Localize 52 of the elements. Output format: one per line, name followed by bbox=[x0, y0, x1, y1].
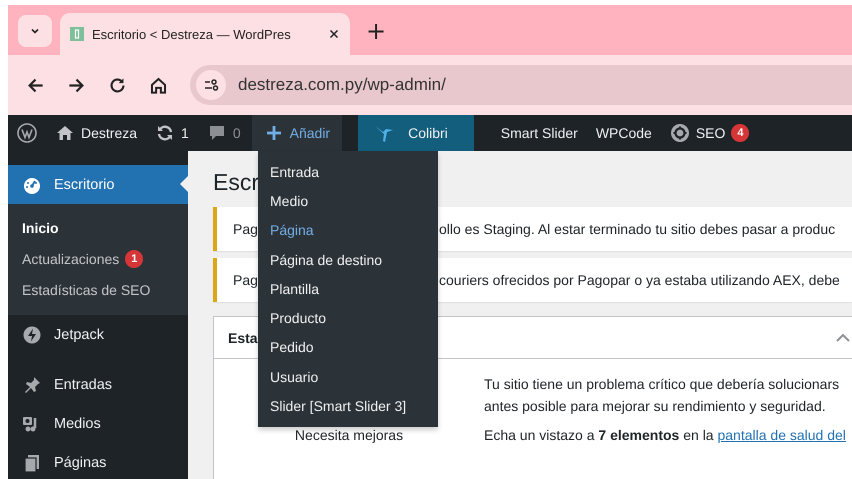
notice-text: couriers ofrecidos por Pagopar o ya estaba utilizando AEX, debe bbox=[439, 272, 841, 288]
menu-item[interactable]: Entrada bbox=[258, 157, 438, 186]
menu-item[interactable]: Usuario bbox=[258, 362, 438, 392]
home-icon bbox=[55, 123, 75, 143]
health-review-text: Echa un vistazo a 7 elementos en la pantalla de salud del bbox=[484, 427, 847, 443]
close-icon[interactable] bbox=[328, 28, 340, 40]
admin-bar-item[interactable]: Smart Slider bbox=[492, 115, 587, 151]
notice-text: ollo es Staging. Al estar terminado tu sitio debes pasar a produc bbox=[439, 221, 836, 237]
lightning-circle-icon bbox=[22, 324, 42, 344]
admin-bar-item[interactable]: Añadir bbox=[252, 115, 342, 151]
favicon-icon bbox=[70, 27, 84, 41]
menu-item[interactable]: Página bbox=[258, 216, 438, 245]
browser-tab[interactable]: Escritorio < Destreza — WordPres bbox=[60, 13, 350, 55]
site-health-link[interactable]: pantalla de salud del bbox=[717, 427, 846, 443]
chevron-up-icon[interactable] bbox=[836, 332, 850, 342]
submenu-item[interactable]: Inicio bbox=[8, 212, 188, 243]
admin-bar-item[interactable]: 0 bbox=[198, 115, 250, 151]
sidebar-menu-item[interactable]: Páginas bbox=[8, 443, 188, 479]
sidebar-menu-item[interactable]: Jetpack bbox=[8, 315, 188, 354]
admin-bar-item[interactable]: Colibri bbox=[358, 115, 474, 151]
menu-item[interactable]: Producto bbox=[258, 303, 438, 333]
url-text: destreza.com.py/wp-admin/ bbox=[238, 75, 446, 95]
reload-icon[interactable] bbox=[108, 76, 127, 94]
tab-title: Escritorio < Destreza — WordPres bbox=[92, 26, 291, 42]
menu-item[interactable]: Medio bbox=[258, 186, 438, 216]
menu-item[interactable]: Plantilla bbox=[258, 274, 438, 304]
sidebar-menu-item[interactable]: Entradas bbox=[8, 365, 188, 404]
submenu-item[interactable]: Actualizaciones 1 bbox=[8, 243, 188, 274]
admin-bar-item[interactable]: SEO 4 bbox=[660, 115, 758, 151]
health-description: Tu sitio tiene un problema crítico que debería solucionars antes posible para mejorar su rendimiento y seguridad. bbox=[484, 375, 840, 416]
home-icon[interactable] bbox=[149, 76, 168, 94]
admin-bar-item[interactable]: 1 bbox=[146, 115, 198, 151]
menu-item[interactable]: Slider [Smart Slider 3] bbox=[258, 391, 438, 421]
admin-bar-item[interactable]: WPCode bbox=[586, 115, 661, 151]
menu-item[interactable]: Pedido bbox=[258, 332, 438, 362]
notice-text: Pag bbox=[233, 221, 258, 237]
sliders-icon bbox=[203, 77, 219, 93]
admin-bar-item[interactable]: Destreza bbox=[46, 115, 146, 151]
sidebar-menu-item[interactable]: Escritorio bbox=[8, 165, 188, 204]
wordpress-logo-icon bbox=[17, 123, 37, 143]
submenu-item[interactable]: Estadísticas de SEO bbox=[8, 274, 188, 305]
sidebar-menu-item[interactable]: Medios bbox=[8, 404, 188, 443]
health-status: Necesita mejoras bbox=[294, 427, 404, 443]
address-field[interactable]: destreza.com.py/wp-admin/ bbox=[190, 65, 852, 105]
panel-title: Esta bbox=[228, 330, 258, 346]
page-title: Escr bbox=[213, 168, 259, 197]
count-badge: 4 bbox=[731, 124, 750, 142]
count-badge: 1 bbox=[125, 250, 144, 268]
menu-item[interactable]: Página de destino bbox=[258, 244, 438, 274]
site-info-button[interactable] bbox=[196, 70, 226, 100]
notice-text: Pag bbox=[233, 272, 258, 288]
new-tab-button[interactable]: + bbox=[358, 17, 394, 45]
